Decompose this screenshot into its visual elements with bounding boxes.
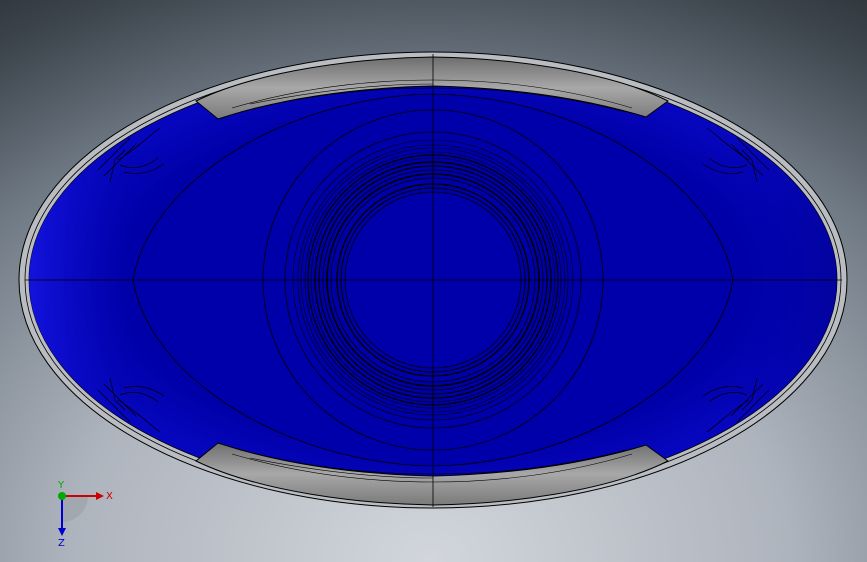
y-axis-label: Y xyxy=(57,480,65,491)
x-axis-label: X xyxy=(106,491,113,502)
part-model[interactable] xyxy=(0,0,867,562)
z-axis-label: Z xyxy=(58,538,65,548)
orientation-triad: X Y Z xyxy=(57,480,113,548)
triad-shadow xyxy=(62,496,88,522)
graphics-viewport[interactable]: X Y Z xyxy=(0,0,867,562)
y-axis-dot xyxy=(58,492,66,500)
z-axis-arrowhead xyxy=(58,528,66,536)
x-axis-arrowhead xyxy=(96,492,104,500)
